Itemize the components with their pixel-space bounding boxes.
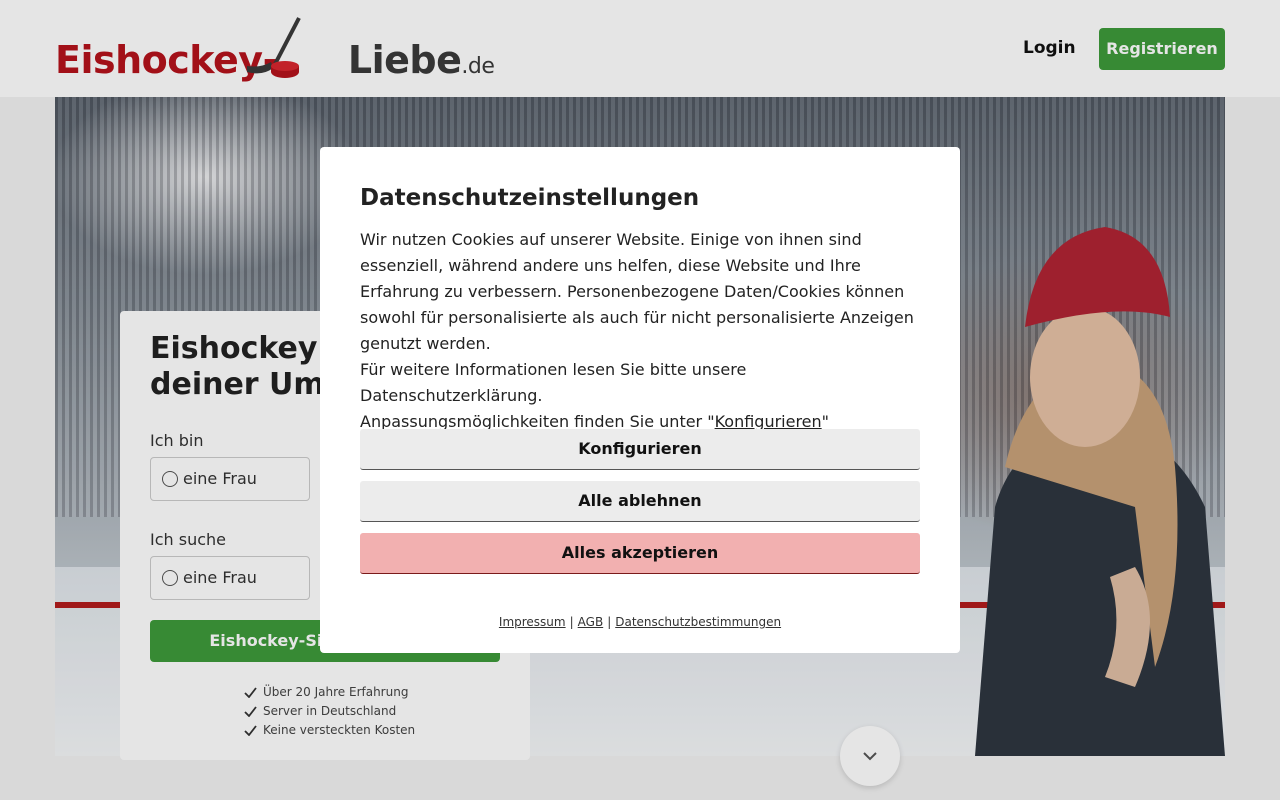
separator: | (607, 615, 612, 629)
reject-all-button[interactable]: Alle ablehnen (360, 481, 920, 522)
privacy-link[interactable]: Datenschutzbestimmungen (615, 615, 781, 629)
modal-title: Datenschutzeinstellungen (360, 185, 700, 211)
modal-footer-links: Impressum | AGB | Datenschutzbestimmungen (320, 615, 960, 629)
imprint-link[interactable]: Impressum (499, 615, 566, 629)
modal-paragraph: Für weitere Informationen lesen Sie bitt… (360, 360, 747, 405)
modal-paragraph: Wir nutzen Cookies auf unserer Website. … (360, 230, 914, 353)
separator: | (569, 615, 574, 629)
configure-button[interactable]: Konfigurieren (360, 429, 920, 470)
cookie-consent-modal: Datenschutzeinstellungen Wir nutzen Cook… (320, 147, 960, 653)
modal-text: Wir nutzen Cookies auf unserer Website. … (360, 227, 920, 435)
accept-all-button[interactable]: Alles akzeptieren (360, 533, 920, 574)
terms-link[interactable]: AGB (578, 615, 604, 629)
